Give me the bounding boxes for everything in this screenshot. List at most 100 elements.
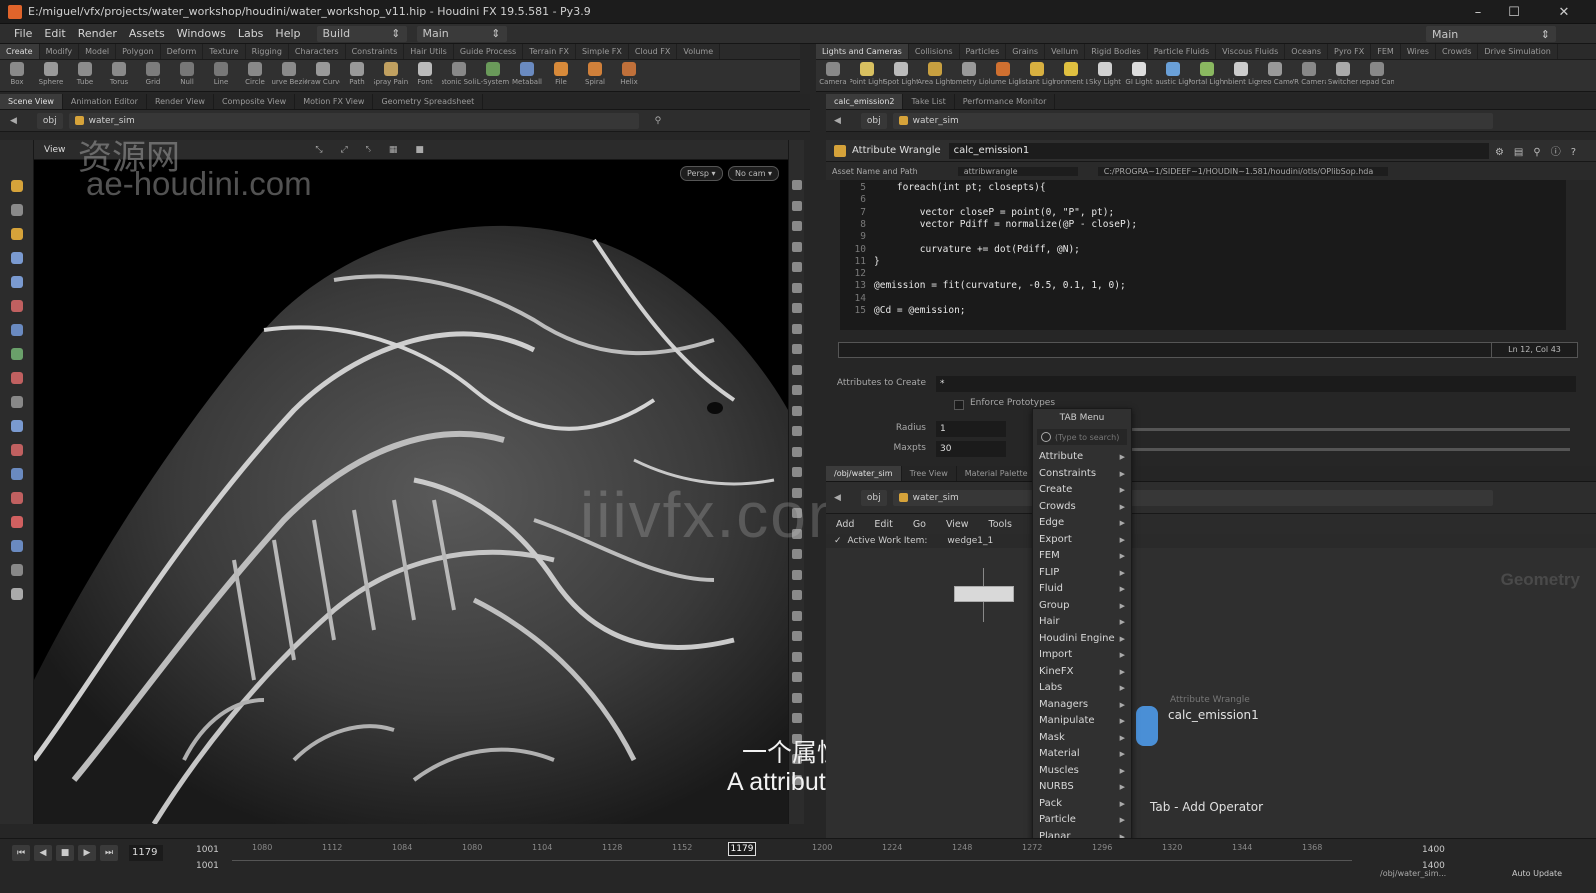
tab-menu-item-fluid[interactable]: Fluid ▶ bbox=[1033, 581, 1131, 598]
shelf-tab-pyro-fx[interactable]: Pyro FX bbox=[1328, 44, 1372, 59]
vex-code-editor[interactable]: 5 foreach(int pt; closepts){6 7 vector cl… bbox=[840, 180, 1566, 330]
shelf-tab-wires[interactable]: Wires bbox=[1401, 44, 1436, 59]
maximize-button[interactable]: ☐ bbox=[1496, 0, 1532, 24]
viewport-tool-icon[interactable] bbox=[11, 324, 23, 336]
tab-menu-item-managers[interactable]: Managers ▶ bbox=[1033, 697, 1131, 714]
viewport-tool-icon[interactable] bbox=[11, 564, 23, 576]
pane-tab-obj-water-sim[interactable]: /obj/water_sim bbox=[826, 466, 902, 481]
pane-tab-tree-view[interactable]: Tree View bbox=[902, 466, 957, 481]
view-menu[interactable]: View bbox=[44, 145, 65, 155]
shelf-tool-caustic-light[interactable]: Caustic Light bbox=[1156, 60, 1190, 91]
network-menu-tools[interactable]: Tools bbox=[979, 519, 1022, 530]
shelf-tool-distant-light[interactable]: Distant Light bbox=[1020, 60, 1054, 91]
shelf-tab-rigid-bodies[interactable]: Rigid Bodies bbox=[1085, 44, 1148, 59]
attrs-to-create-field[interactable]: * bbox=[936, 376, 1576, 392]
display-option-icon[interactable] bbox=[792, 426, 802, 436]
shelf-tool-metaball[interactable]: Metaball bbox=[510, 60, 544, 91]
pane-tab-take-list[interactable]: Take List bbox=[903, 94, 955, 109]
display-option-icon[interactable] bbox=[792, 241, 802, 252]
display-option-icon[interactable] bbox=[792, 590, 802, 600]
display-option-icon[interactable] bbox=[792, 672, 802, 682]
shelf-tool-platonic-solids[interactable]: Platonic Solids bbox=[442, 60, 476, 91]
display-option-icon[interactable] bbox=[792, 692, 802, 703]
shelf-tool-area-light[interactable]: Area Light bbox=[918, 60, 952, 91]
viewport-tool-icons[interactable]: ⤡⤢⤣▦■ bbox=[315, 145, 441, 155]
shelf-tool-ambient-light[interactable]: Ambient Light bbox=[1224, 60, 1258, 91]
maxpts-field[interactable]: 30 bbox=[936, 441, 1006, 457]
net-path-water-sim[interactable]: water_sim bbox=[892, 489, 1493, 506]
shelf-tab-simple-fx[interactable]: Simple FX bbox=[576, 44, 629, 59]
shelf-tool-file[interactable]: File bbox=[544, 60, 578, 91]
viewport-tool-icon[interactable] bbox=[11, 228, 23, 240]
tab-menu-item-crowds[interactable]: Crowds ▶ bbox=[1033, 499, 1131, 516]
tab-menu-item-manipulate[interactable]: Manipulate ▶ bbox=[1033, 713, 1131, 730]
display-option-icon[interactable] bbox=[792, 200, 802, 211]
shelf-tool-box[interactable]: Box bbox=[0, 60, 34, 91]
shelf-tab-guide-process[interactable]: Guide Process bbox=[454, 44, 524, 59]
display-option-icon[interactable] bbox=[792, 364, 802, 375]
shelf-tool-path[interactable]: Path bbox=[340, 60, 374, 91]
shelf-tab-rigging[interactable]: Rigging bbox=[246, 44, 289, 59]
display-option-icon[interactable] bbox=[792, 713, 802, 723]
check-icon[interactable]: ✓ bbox=[834, 536, 842, 546]
active-work-value[interactable]: wedge1_1 bbox=[947, 536, 993, 546]
timeline-current-marker[interactable]: 1179 bbox=[728, 842, 756, 856]
path-water-sim[interactable]: water_sim bbox=[68, 112, 639, 129]
tab-menu-item-group[interactable]: Group ▶ bbox=[1033, 598, 1131, 615]
viewport-tool-icon[interactable] bbox=[11, 348, 23, 360]
menu-help[interactable]: Help bbox=[269, 27, 306, 40]
pane-tab-composite-view[interactable]: Composite View bbox=[214, 94, 296, 109]
shelf-tab-particle-fluids[interactable]: Particle Fluids bbox=[1148, 44, 1217, 59]
play-reverse-button[interactable]: ◀ bbox=[34, 845, 52, 861]
tab-menu-item-labs[interactable]: Labs ▶ bbox=[1033, 680, 1131, 697]
tab-menu-item-fem[interactable]: FEM ▶ bbox=[1033, 548, 1131, 565]
shelf-tool-l-system[interactable]: L-System bbox=[476, 60, 510, 91]
shelf-tab-texture[interactable]: Texture bbox=[203, 44, 246, 59]
shelf-tool-stereo-camera[interactable]: Stereo Camera bbox=[1258, 60, 1292, 91]
shelf-tab-create[interactable]: Create bbox=[0, 44, 40, 59]
shelf-tab-lights-and-cameras[interactable]: Lights and Cameras bbox=[816, 44, 909, 59]
display-option-icon[interactable] bbox=[792, 405, 802, 416]
shelf-tab-particles[interactable]: Particles bbox=[960, 44, 1007, 59]
tab-menu-item-export[interactable]: Export ▶ bbox=[1033, 532, 1131, 549]
viewport-tool-icon[interactable] bbox=[11, 180, 23, 192]
shelf-tab-grains[interactable]: Grains bbox=[1006, 44, 1046, 59]
shelf-tab-collisions[interactable]: Collisions bbox=[909, 44, 960, 59]
viewport-tool-icon[interactable] bbox=[11, 492, 23, 504]
shelf-tab-viscous-fluids[interactable]: Viscous Fluids bbox=[1216, 44, 1286, 59]
menu-render[interactable]: Render bbox=[72, 27, 123, 40]
param-header-icons[interactable]: ⚙▤⚲ⓘ? bbox=[1495, 143, 1586, 158]
stop-button[interactable]: ■ bbox=[56, 845, 74, 861]
display-option-icon[interactable] bbox=[792, 610, 802, 621]
shelf-tool-gamepad-camera[interactable]: Gamepad Camera bbox=[1360, 60, 1394, 91]
shelf-tab-deform[interactable]: Deform bbox=[161, 44, 204, 59]
viewport-tool-icon[interactable] bbox=[11, 540, 23, 552]
tab-menu-item-pack[interactable]: Pack ▶ bbox=[1033, 796, 1131, 813]
auto-update-button[interactable]: Auto Update bbox=[1512, 869, 1562, 878]
shelf-tool-tube[interactable]: Tube bbox=[68, 60, 102, 91]
display-option-icon[interactable] bbox=[792, 569, 802, 580]
path-obj[interactable]: obj bbox=[36, 112, 63, 129]
param-path-obj[interactable]: obj bbox=[860, 112, 887, 129]
net-path-obj[interactable]: obj bbox=[860, 489, 887, 506]
viewport-tool-icon[interactable] bbox=[11, 396, 23, 408]
close-button[interactable]: ✕ bbox=[1546, 0, 1582, 24]
range-start-b[interactable]: 1001 bbox=[196, 861, 219, 871]
tab-menu-item-nurbs[interactable]: NURBS ▶ bbox=[1033, 779, 1131, 796]
pane-tab-geometry-spreadsheet[interactable]: Geometry Spreadsheet bbox=[373, 94, 484, 109]
viewport-tool-icon[interactable] bbox=[11, 420, 23, 432]
enforce-prototypes-checkbox[interactable] bbox=[954, 400, 964, 410]
shelf-tool-geometry-light[interactable]: Geometry Light bbox=[952, 60, 986, 91]
tab-menu-item-material[interactable]: Material ▶ bbox=[1033, 746, 1131, 763]
wedge-node[interactable] bbox=[954, 586, 1014, 602]
asset-path-field[interactable]: C:/PROGRA~1/SIDEEF~1/HOUDIN~1.581/houdin… bbox=[1097, 166, 1388, 176]
tab-menu-item-edge[interactable]: Edge ▶ bbox=[1033, 515, 1131, 532]
viewport-tool-icon[interactable] bbox=[11, 372, 23, 384]
pane-tab-calc-emission2[interactable]: calc_emission2 bbox=[826, 94, 904, 109]
shelf-tool-curve-bezier[interactable]: Curve Bezier bbox=[272, 60, 306, 91]
network-editor[interactable]: Geometry Attribute Wrangle calc_emission… bbox=[826, 548, 1596, 838]
tab-menu-item-hair[interactable]: Hair ▶ bbox=[1033, 614, 1131, 631]
shelf-tab-hair-utils[interactable]: Hair Utils bbox=[404, 44, 454, 59]
pin-icon[interactable]: ⚲ bbox=[655, 116, 662, 126]
minimize-button[interactable]: – bbox=[1460, 0, 1496, 24]
